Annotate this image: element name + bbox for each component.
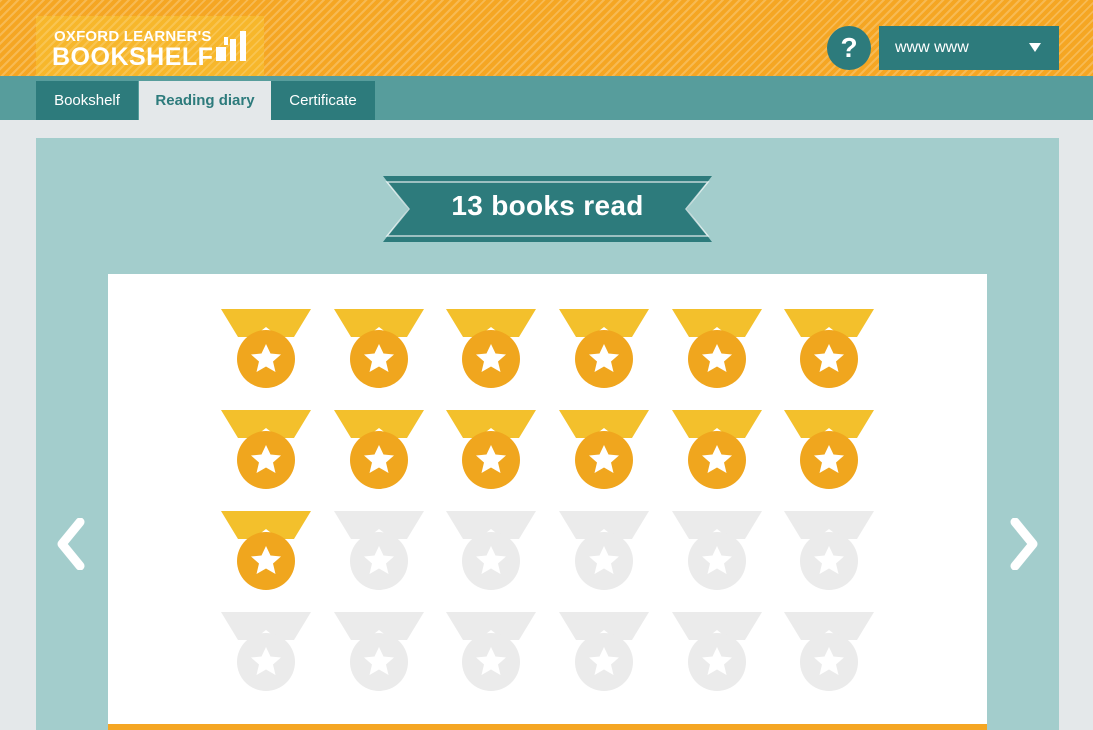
tab-reading-diary[interactable]: Reading diary xyxy=(139,81,271,120)
medal-locked-icon xyxy=(446,612,536,691)
user-name: www www xyxy=(895,39,969,56)
medal-earned-icon xyxy=(221,410,311,489)
bookshelf-logo-icon xyxy=(216,31,246,61)
medal-earned-icon xyxy=(784,309,874,388)
logo-line2: BOOKSHELF xyxy=(52,43,214,71)
medal-earned-icon xyxy=(446,309,536,388)
medal-earned-icon xyxy=(334,309,424,388)
medal-locked-icon xyxy=(446,511,536,590)
books-read-count: 13 books read xyxy=(451,190,644,221)
chevron-down-icon xyxy=(1029,43,1041,52)
tab-label: Certificate xyxy=(289,92,357,109)
medal-earned-icon xyxy=(221,309,311,388)
tab-bookshelf[interactable]: Bookshelf xyxy=(36,81,138,120)
tab-label: Reading diary xyxy=(155,92,255,109)
logo[interactable]: OXFORD LEARNER'S BOOKSHELF xyxy=(36,16,264,76)
card-bottom-strip xyxy=(108,724,987,730)
medal-locked-icon xyxy=(784,511,874,590)
medal-locked-icon xyxy=(672,511,762,590)
tab-certificate[interactable]: Certificate xyxy=(271,81,375,120)
medal-locked-icon xyxy=(559,612,649,691)
chevron-left-icon[interactable] xyxy=(54,518,88,570)
tab-label: Bookshelf xyxy=(54,92,120,109)
medal-locked-icon xyxy=(334,511,424,590)
medal-locked-icon xyxy=(784,612,874,691)
medal-locked-icon xyxy=(559,511,649,590)
medal-earned-icon xyxy=(672,309,762,388)
medal-earned-icon xyxy=(446,410,536,489)
help-button[interactable]: ? xyxy=(827,26,871,70)
user-menu-dropdown[interactable]: www www xyxy=(879,26,1059,70)
medal-earned-icon xyxy=(221,511,311,590)
medal-earned-icon xyxy=(559,410,649,489)
medal-earned-icon xyxy=(334,410,424,489)
medal-locked-icon xyxy=(672,612,762,691)
medal-earned-icon xyxy=(784,410,874,489)
medal-locked-icon xyxy=(221,612,311,691)
chevron-right-icon[interactable] xyxy=(1007,518,1041,570)
medal-earned-icon xyxy=(672,410,762,489)
question-icon: ? xyxy=(840,32,858,63)
medal-locked-icon xyxy=(334,612,424,691)
medal-earned-icon xyxy=(559,309,649,388)
